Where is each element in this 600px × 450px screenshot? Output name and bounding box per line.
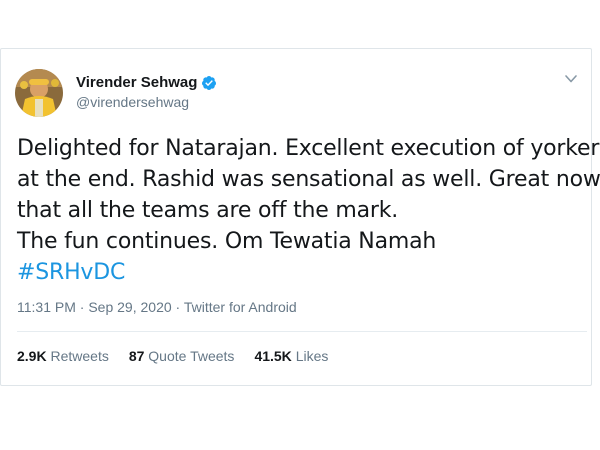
tweet-source[interactable]: Twitter for Android: [184, 299, 297, 315]
display-name[interactable]: Virender Sehwag: [76, 74, 217, 91]
likes-label: Likes: [295, 348, 329, 364]
avatar[interactable]: [15, 69, 63, 117]
tweet-line: The fun continues. Om Tewatia Namah: [17, 229, 437, 254]
likes-stat[interactable]: 41.5K Likes: [254, 348, 328, 364]
avatar-image: [15, 69, 63, 117]
tweet-date[interactable]: Sep 29, 2020: [88, 299, 171, 315]
tweet-line: that all the teams are off the mark.: [17, 198, 399, 223]
tweet-meta: 11:31 PM · Sep 29, 2020 · Twitter for An…: [17, 299, 297, 315]
tweet-stats: 2.9K Retweets 87 Quote Tweets 41.5K Like…: [17, 348, 328, 364]
chevron-down-icon[interactable]: [564, 73, 578, 85]
tweet-time[interactable]: 11:31 PM: [17, 299, 76, 315]
quote-tweets-count: 87: [128, 348, 145, 364]
retweets-label: Retweets: [50, 348, 109, 364]
hashtag-link[interactable]: #SRHvDC: [17, 257, 587, 288]
likes-count: 41.5K: [254, 348, 292, 364]
divider: [17, 331, 587, 332]
verified-badge-icon: [202, 75, 217, 90]
tweet-card: Virender Sehwag @virendersehwag Delighte…: [0, 48, 600, 386]
quote-tweets-stat[interactable]: 87 Quote Tweets: [129, 348, 235, 364]
tweet-text: Delighted for Natarajan. Excellent execu…: [17, 133, 600, 288]
user-handle[interactable]: @virendersehwag: [76, 94, 189, 110]
meta-separator: ·: [171, 299, 184, 315]
retweets-stat[interactable]: 2.9K Retweets: [17, 348, 109, 364]
quote-tweets-label: Quote Tweets: [148, 348, 235, 364]
meta-separator: ·: [75, 299, 89, 315]
display-name-text: Virender Sehwag: [76, 74, 198, 91]
retweets-count: 2.9K: [17, 348, 47, 364]
tweet-line: at the end. Rashid was sensational as we…: [17, 167, 600, 192]
tweet-line: Delighted for Natarajan. Excellent execu…: [17, 136, 600, 161]
